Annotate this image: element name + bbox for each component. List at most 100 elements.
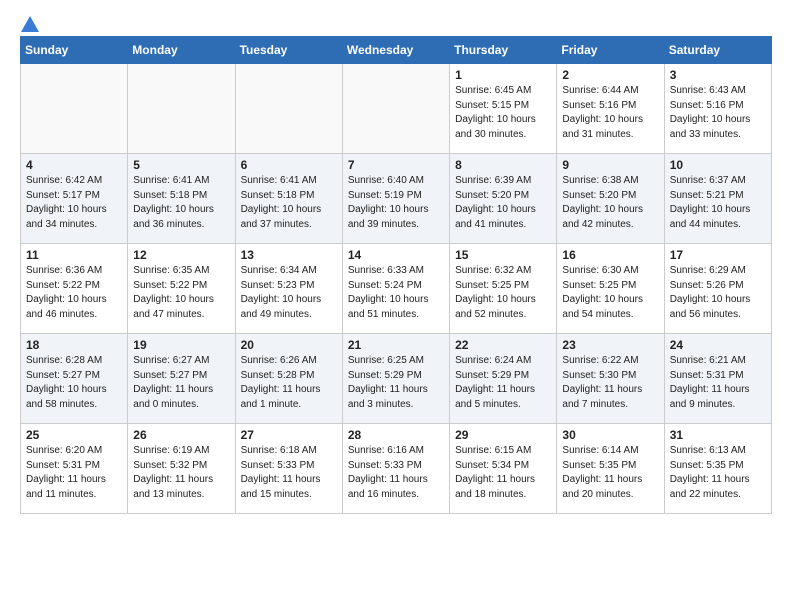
day-info: Sunrise: 6:43 AMSunset: 5:16 PMDaylight:… [670, 84, 766, 142]
day-number: 15 [455, 248, 551, 262]
calendar-cell: 31Sunrise: 6:13 AMSunset: 5:35 PMDayligh… [664, 424, 771, 514]
calendar-cell: 14 Sunrise: 6:33 AMSunset: 5:24 PMDayligh… [342, 244, 449, 334]
calendar-cell: 21Sunrise: 6:25 AMSunset: 5:29 PMDayligh… [342, 334, 449, 424]
day-number: 4 [26, 158, 122, 172]
calendar-cell: 27 Sunrise: 6:18 AMSunset: 5:33 PMDayligh… [235, 424, 342, 514]
calendar-week-5: 25 Sunrise: 6:20 AMSunset: 5:31 PMDayligh… [21, 424, 772, 514]
calendar-week-4: 18 Sunrise: 6:28 AMSunset: 5:27 PMDayligh… [21, 334, 772, 424]
day-info: Sunrise: 6:34 AMSunset: 5:23 PMDaylight:… [241, 264, 337, 322]
calendar-cell: 19 Sunrise: 6:27 AMSunset: 5:27 PMDayligh… [128, 334, 235, 424]
day-info: Sunrise: 6:35 AMSunset: 5:22 PMDaylight:… [133, 264, 229, 322]
day-info: Sunrise: 6:24 AMSunset: 5:29 PMDaylight:… [455, 354, 551, 412]
day-info: Sunrise: 6:21 AMSunset: 5:31 PMDaylight:… [670, 354, 766, 412]
day-number: 16 [562, 248, 658, 262]
day-number: 12 [133, 248, 229, 262]
day-info: Sunrise: 6:29 AMSunset: 5:26 PMDaylight:… [670, 264, 766, 322]
day-info: Sunrise: 6:40 AMSunset: 5:19 PMDaylight:… [348, 174, 444, 232]
day-info: Sunrise: 6:16 AMSunset: 5:33 PMDaylight:… [348, 444, 444, 502]
calendar-cell [21, 64, 128, 154]
day-info: Sunrise: 6:30 AMSunset: 5:25 PMDaylight:… [562, 264, 658, 322]
calendar-cell: 25 Sunrise: 6:20 AMSunset: 5:31 PMDayligh… [21, 424, 128, 514]
day-number: 5 [133, 158, 229, 172]
calendar-cell: 16 Sunrise: 6:30 AMSunset: 5:25 PMDayligh… [557, 244, 664, 334]
day-info: Sunrise: 6:13 AMSunset: 5:35 PMDaylight:… [670, 444, 766, 502]
calendar-week-2: 4 Sunrise: 6:42 AMSunset: 5:17 PMDaylight… [21, 154, 772, 244]
header-friday: Friday [557, 37, 664, 64]
day-number: 30 [562, 428, 658, 442]
day-info: Sunrise: 6:26 AMSunset: 5:28 PMDaylight:… [241, 354, 337, 412]
calendar-cell: 18 Sunrise: 6:28 AMSunset: 5:27 PMDayligh… [21, 334, 128, 424]
calendar-cell: 6 Sunrise: 6:41 AMSunset: 5:18 PMDaylight… [235, 154, 342, 244]
day-number: 21 [348, 338, 444, 352]
day-number: 18 [26, 338, 122, 352]
calendar-cell: 5 Sunrise: 6:41 AMSunset: 5:18 PMDaylight… [128, 154, 235, 244]
calendar-cell: 10 Sunrise: 6:37 AMSunset: 5:21 PMDayligh… [664, 154, 771, 244]
calendar-cell: 9 Sunrise: 6:38 AMSunset: 5:20 PMDaylight… [557, 154, 664, 244]
calendar-cell: 24Sunrise: 6:21 AMSunset: 5:31 PMDayligh… [664, 334, 771, 424]
day-info: Sunrise: 6:37 AMSunset: 5:21 PMDaylight:… [670, 174, 766, 232]
day-info: Sunrise: 6:44 AMSunset: 5:16 PMDaylight:… [562, 84, 658, 142]
day-number: 8 [455, 158, 551, 172]
calendar-cell [342, 64, 449, 154]
day-info: Sunrise: 6:18 AMSunset: 5:33 PMDaylight:… [241, 444, 337, 502]
day-info: Sunrise: 6:42 AMSunset: 5:17 PMDaylight:… [26, 174, 122, 232]
day-info: Sunrise: 6:22 AMSunset: 5:30 PMDaylight:… [562, 354, 658, 412]
day-number: 6 [241, 158, 337, 172]
header-wednesday: Wednesday [342, 37, 449, 64]
calendar-cell: 7 Sunrise: 6:40 AMSunset: 5:19 PMDaylight… [342, 154, 449, 244]
calendar-cell: 1 Sunrise: 6:45 AMSunset: 5:15 PMDaylight… [450, 64, 557, 154]
calendar-cell: 28Sunrise: 6:16 AMSunset: 5:33 PMDayligh… [342, 424, 449, 514]
logo-triangle-icon [21, 16, 39, 32]
calendar-cell [128, 64, 235, 154]
day-info: Sunrise: 6:14 AMSunset: 5:35 PMDaylight:… [562, 444, 658, 502]
header-monday: Monday [128, 37, 235, 64]
day-info: Sunrise: 6:28 AMSunset: 5:27 PMDaylight:… [26, 354, 122, 412]
day-number: 14 [348, 248, 444, 262]
day-info: Sunrise: 6:27 AMSunset: 5:27 PMDaylight:… [133, 354, 229, 412]
calendar-header-row: SundayMondayTuesdayWednesdayThursdayFrid… [21, 37, 772, 64]
calendar-cell: 22 Sunrise: 6:24 AMSunset: 5:29 PMDayligh… [450, 334, 557, 424]
day-number: 29 [455, 428, 551, 442]
day-number: 26 [133, 428, 229, 442]
day-info: Sunrise: 6:38 AMSunset: 5:20 PMDaylight:… [562, 174, 658, 232]
day-number: 27 [241, 428, 337, 442]
calendar-cell: 15 Sunrise: 6:32 AMSunset: 5:25 PMDayligh… [450, 244, 557, 334]
calendar-table: SundayMondayTuesdayWednesdayThursdayFrid… [20, 36, 772, 514]
calendar-cell: 20 Sunrise: 6:26 AMSunset: 5:28 PMDayligh… [235, 334, 342, 424]
calendar-cell: 4 Sunrise: 6:42 AMSunset: 5:17 PMDaylight… [21, 154, 128, 244]
header-sunday: Sunday [21, 37, 128, 64]
day-number: 17 [670, 248, 766, 262]
calendar-cell: 17 Sunrise: 6:29 AMSunset: 5:26 PMDayligh… [664, 244, 771, 334]
day-info: Sunrise: 6:20 AMSunset: 5:31 PMDaylight:… [26, 444, 122, 502]
day-info: Sunrise: 6:33 AMSunset: 5:24 PMDaylight:… [348, 264, 444, 322]
calendar-cell: 26 Sunrise: 6:19 AMSunset: 5:32 PMDayligh… [128, 424, 235, 514]
day-number: 10 [670, 158, 766, 172]
page-header [20, 16, 772, 28]
day-info: Sunrise: 6:41 AMSunset: 5:18 PMDaylight:… [241, 174, 337, 232]
day-number: 7 [348, 158, 444, 172]
day-info: Sunrise: 6:39 AMSunset: 5:20 PMDaylight:… [455, 174, 551, 232]
day-number: 19 [133, 338, 229, 352]
day-number: 3 [670, 68, 766, 82]
calendar-cell: 2 Sunrise: 6:44 AMSunset: 5:16 PMDaylight… [557, 64, 664, 154]
calendar-cell: 30 Sunrise: 6:14 AMSunset: 5:35 PMDayligh… [557, 424, 664, 514]
calendar-cell: 29Sunrise: 6:15 AMSunset: 5:34 PMDayligh… [450, 424, 557, 514]
day-info: Sunrise: 6:41 AMSunset: 5:18 PMDaylight:… [133, 174, 229, 232]
calendar-cell: 8 Sunrise: 6:39 AMSunset: 5:20 PMDaylight… [450, 154, 557, 244]
day-number: 22 [455, 338, 551, 352]
day-number: 20 [241, 338, 337, 352]
day-info: Sunrise: 6:36 AMSunset: 5:22 PMDaylight:… [26, 264, 122, 322]
calendar-cell: 11 Sunrise: 6:36 AMSunset: 5:22 PMDayligh… [21, 244, 128, 334]
logo [20, 16, 39, 28]
day-number: 11 [26, 248, 122, 262]
day-info: Sunrise: 6:45 AMSunset: 5:15 PMDaylight:… [455, 84, 551, 142]
day-number: 2 [562, 68, 658, 82]
day-number: 9 [562, 158, 658, 172]
day-info: Sunrise: 6:32 AMSunset: 5:25 PMDaylight:… [455, 264, 551, 322]
day-number: 23 [562, 338, 658, 352]
day-number: 1 [455, 68, 551, 82]
calendar-cell: 13Sunrise: 6:34 AMSunset: 5:23 PMDayligh… [235, 244, 342, 334]
calendar-cell: 3 Sunrise: 6:43 AMSunset: 5:16 PMDaylight… [664, 64, 771, 154]
day-info: Sunrise: 6:19 AMSunset: 5:32 PMDaylight:… [133, 444, 229, 502]
day-number: 25 [26, 428, 122, 442]
